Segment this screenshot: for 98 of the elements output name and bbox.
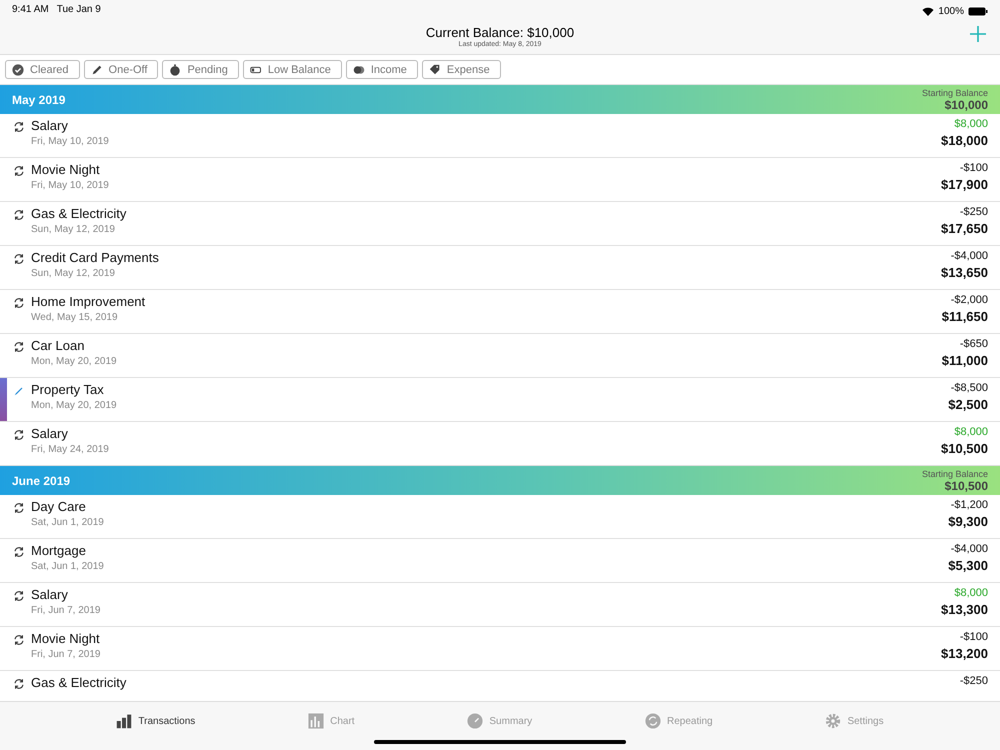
running-balance: $17,900 [941, 177, 988, 192]
starting-balance-label: Starting Balance [922, 468, 988, 478]
tag-icon [428, 64, 441, 76]
check-circle-icon [12, 64, 24, 76]
transaction-name: Salary [31, 426, 69, 441]
starting-balance-value: $10,500 [944, 478, 988, 492]
tab-bar-item[interactable]: Settings [819, 702, 890, 730]
filter-button[interactable]: Income [346, 60, 418, 79]
running-balance: $11,650 [942, 309, 988, 324]
wifi-icon [922, 6, 934, 16]
pencil-icon [90, 64, 103, 76]
filter-button[interactable]: Cleared [5, 60, 80, 79]
running-balance: $17,650 [941, 221, 988, 236]
repeat-icon [13, 121, 25, 133]
transaction-amount: -$250 [960, 206, 988, 218]
repeat-icon [13, 209, 25, 221]
transaction-name: Movie Night [31, 162, 101, 177]
repeat-icon [13, 341, 25, 353]
stopwatch-icon [169, 64, 182, 76]
transaction-date: Fri, May 10, 2019 [31, 136, 109, 147]
bar-chart-icon [308, 713, 324, 729]
transaction-amount: $8,000 [954, 118, 988, 130]
current-balance-title: Current Balance: $10,000 [426, 24, 574, 40]
transaction-date: Fri, Jun 7, 2019 [31, 649, 100, 660]
running-balance: $2,500 [948, 397, 988, 412]
transaction-date: Mon, May 20, 2019 [31, 400, 117, 411]
repeat-icon [13, 253, 25, 265]
transaction-date: Fri, May 10, 2019 [31, 180, 109, 191]
tab-bar-item[interactable]: Chart [302, 702, 361, 730]
running-balance: $5,300 [948, 558, 988, 573]
filter-button[interactable]: Expense [422, 60, 501, 79]
transaction-name: Gas & Electricity [31, 675, 126, 690]
repeat-icon [13, 502, 25, 514]
transaction-date: Fri, Jun 7, 2019 [31, 605, 100, 616]
transaction-amount: -$8,500 [950, 382, 988, 394]
transaction-amount: -$250 [960, 675, 988, 687]
battery-icon [968, 6, 988, 16]
transaction-date: Wed, May 15, 2019 [31, 312, 119, 323]
repeat-icon [13, 678, 25, 690]
coins-icon [352, 64, 365, 76]
tab-bar-item[interactable]: Summary [461, 702, 538, 730]
transaction-date: Fri, May 24, 2019 [31, 444, 109, 455]
running-balance: $13,300 [941, 602, 988, 617]
repeat-icon [13, 546, 25, 558]
transaction-name: Car Loan [31, 338, 86, 353]
transaction-date: Mon, May 20, 2019 [31, 356, 117, 367]
transaction-name: Home Improvement [31, 294, 146, 309]
transaction-amount: -$2,000 [950, 294, 988, 306]
coin-stacks-icon [116, 713, 132, 729]
transaction-name: Gas & Electricity [31, 206, 126, 221]
one-off-marker [0, 378, 7, 421]
status-date: Tue Jan 9 [56, 4, 101, 17]
repeat-circle-icon [645, 713, 662, 729]
transaction-date: Sat, Jun 1, 2019 [31, 561, 104, 572]
month-title: May 2019 [12, 92, 66, 106]
pencil-icon [13, 385, 25, 397]
transaction-date: Sat, Jun 1, 2019 [31, 517, 104, 528]
starting-balance-value: $10,000 [944, 98, 988, 112]
transaction-name: Movie Night [31, 631, 100, 646]
repeat-icon [13, 590, 25, 602]
battery-percent: 100% [938, 6, 964, 16]
transaction-amount: $8,000 [954, 587, 988, 599]
transaction-name: Property Tax [31, 382, 105, 397]
running-balance: $18,000 [941, 133, 988, 148]
filter-button[interactable]: Pending [162, 60, 239, 79]
repeat-icon [13, 297, 25, 309]
running-balance: $9,300 [948, 514, 988, 529]
repeat-icon [13, 165, 25, 177]
transaction-amount: -$4,000 [950, 250, 988, 262]
transaction-amount: -$1,200 [950, 499, 988, 511]
tab-bar-item[interactable]: Transactions [110, 702, 202, 730]
add-icon[interactable] [968, 24, 988, 44]
transaction-amount: $8,000 [954, 426, 988, 438]
repeat-icon [13, 634, 25, 646]
starting-balance-label: Starting Balance [922, 88, 988, 98]
filter-button[interactable]: Low Balance [242, 60, 342, 79]
running-balance: $13,200 [941, 646, 988, 661]
filter-button[interactable]: One-Off [84, 60, 158, 79]
status-time: 9:41 AM [12, 4, 49, 17]
transaction-name: Salary [31, 118, 69, 133]
transaction-amount: -$100 [960, 162, 988, 174]
month-title: June 2019 [12, 474, 70, 488]
transaction-name: Mortgage [31, 543, 87, 558]
transaction-name: Salary [31, 587, 69, 602]
transaction-amount: -$100 [960, 631, 988, 643]
running-balance: $11,000 [942, 353, 988, 368]
transaction-name: Day Care [31, 499, 87, 514]
repeat-icon [13, 429, 25, 441]
transaction-amount: -$650 [960, 338, 988, 350]
transaction-date: Sun, May 12, 2019 [31, 268, 116, 279]
running-balance: $10,500 [941, 441, 988, 456]
transaction-name: Credit Card Payments [31, 250, 159, 265]
gauge-icon [467, 713, 484, 729]
running-balance: $13,650 [941, 265, 988, 280]
transaction-amount: -$4,000 [950, 543, 988, 555]
transaction-date: Sun, May 12, 2019 [31, 224, 116, 235]
tab-bar-item[interactable]: Repeating [639, 702, 719, 730]
settings-icon [825, 713, 842, 729]
